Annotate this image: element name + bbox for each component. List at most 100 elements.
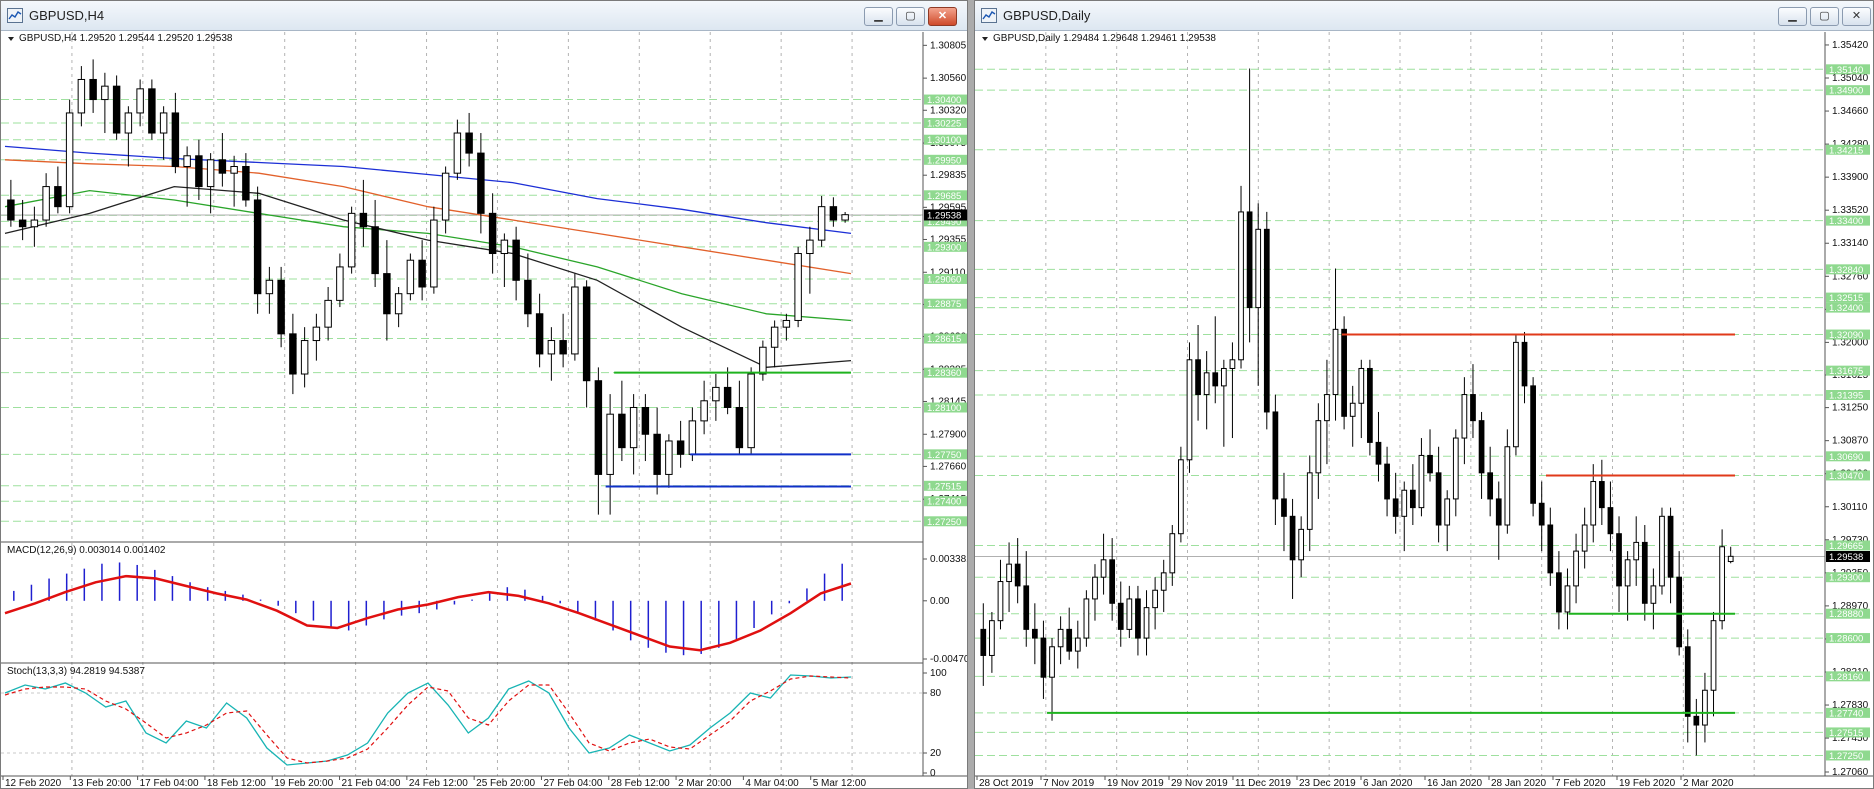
h4-candle-body <box>794 253 802 321</box>
h4-time-label: 13 Feb 20:00 <box>72 778 131 788</box>
daily-price-tick: 1.31250 <box>1832 403 1869 414</box>
h4-candle-body <box>653 433 661 475</box>
daily-level-badge-text: 1.35140 <box>1829 65 1863 76</box>
h4-candle-body <box>383 273 391 315</box>
h4-candle-body <box>806 239 814 255</box>
maximize-button[interactable]: ▢ <box>1810 7 1839 26</box>
daily-time-label: 23 Dec 2019 <box>1299 778 1356 788</box>
maximize-button[interactable]: ▢ <box>896 7 925 26</box>
daily-chart-area[interactable]: GBPUSD,Daily 1.29484 1.29648 1.29461 1.2… <box>975 32 1873 788</box>
h4-time-label: 27 Feb 04:00 <box>543 778 602 788</box>
h4-level-badge-text: 1.27400 <box>927 497 961 508</box>
daily-candle-body <box>1375 441 1382 465</box>
daily-time-label: 6 Jan 2020 <box>1363 778 1413 788</box>
close-button[interactable]: ✕ <box>928 7 957 26</box>
h4-candle-body <box>394 293 403 315</box>
h4-level-badge-text: 1.29685 <box>927 191 961 202</box>
daily-candle-body <box>1616 533 1622 587</box>
daily-candle-body <box>1272 411 1279 500</box>
h4-candle-body <box>465 132 473 154</box>
h4-candle-body <box>371 226 379 275</box>
h4-level-badge-text: 1.29300 <box>927 242 961 253</box>
daily-candle-body <box>997 581 1004 622</box>
daily-titlebar[interactable]: GBPUSD,Daily ▁ ▢ ✕ <box>975 1 1873 31</box>
daily-candle-body <box>1530 385 1536 504</box>
daily-candle-body <box>1160 572 1167 591</box>
daily-candle-body <box>1710 620 1717 691</box>
h4-candle-body <box>406 259 415 295</box>
h4-time-label: 25 Feb 20:00 <box>476 778 535 788</box>
daily-candle-body <box>1624 559 1631 587</box>
daily-candle-body <box>1229 359 1236 369</box>
daily-level-badge-text: 1.31395 <box>1829 390 1863 401</box>
h4-time-label: 2 Mar 20:00 <box>678 778 732 788</box>
daily-time-label: 28 Jan 2020 <box>1491 778 1546 788</box>
daily-candle-body <box>1169 533 1176 574</box>
daily-price-tick: 1.34660 <box>1832 106 1869 117</box>
gbpusd-h4-window[interactable]: GBPUSD,H4 ▁ ▢ ✕ 0.003381 0.00 -0.004708 10… <box>0 0 968 789</box>
daily-price-tick: 1.33520 <box>1832 205 1869 216</box>
h4-candle-body <box>782 319 791 328</box>
h4-level-badge-text: 1.28100 <box>927 403 961 414</box>
daily-candle-body <box>1409 489 1416 509</box>
daily-candle-body <box>1581 524 1588 552</box>
h4-candle-body <box>277 279 285 335</box>
h4-time-label: 24 Feb 12:00 <box>409 778 468 788</box>
daily-candle-body <box>1057 628 1064 648</box>
h4-candle-body <box>347 212 356 268</box>
h4-candle-body <box>242 165 250 201</box>
daily-level-badge-text: 1.32840 <box>1829 265 1863 276</box>
h4-time-label: 21 Feb 04:00 <box>342 778 401 788</box>
daily-candle-body <box>1513 341 1519 448</box>
daily-candle-body <box>989 620 995 656</box>
daily-candle-body <box>1444 498 1451 526</box>
daily-candle-body <box>1495 498 1502 526</box>
h4-candle-body <box>171 112 180 167</box>
h4-candle-body <box>723 386 732 408</box>
daily-candle-body <box>1547 524 1554 574</box>
daily-candle-body <box>1590 481 1597 526</box>
daily-candle-body <box>1023 585 1030 630</box>
h4-time-label: 12 Feb 2020 <box>5 778 62 788</box>
h4-candle-body <box>512 239 520 281</box>
daily-candle-body <box>1461 394 1468 439</box>
daily-candle-body <box>1659 515 1665 587</box>
daily-level-badge-text: 1.32090 <box>1829 330 1863 341</box>
daily-candle-body <box>1641 541 1648 604</box>
minimize-button[interactable]: ▁ <box>864 7 893 26</box>
h4-candle-body <box>265 279 274 295</box>
daily-candle-body <box>1478 420 1485 474</box>
h4-price-tick: 1.27660 <box>930 461 967 472</box>
h4-level-badge-text: 1.30100 <box>927 135 961 146</box>
daily-candle-body <box>1281 498 1287 517</box>
h4-candle-body <box>629 406 638 449</box>
minimize-button[interactable]: ▁ <box>1778 7 1807 26</box>
h4-candle-body <box>559 340 567 355</box>
daily-candle-body <box>1074 637 1081 652</box>
h4-candle-body <box>535 313 544 355</box>
h4-candle-body <box>477 152 485 214</box>
daily-level-badge-text: 1.28880 <box>1829 609 1863 620</box>
h4-titlebar[interactable]: GBPUSD,H4 ▁ ▢ ✕ <box>1 1 967 31</box>
daily-candle-body <box>1178 459 1184 535</box>
h4-level-badge-text: 1.27515 <box>927 481 961 492</box>
close-button[interactable]: ✕ <box>1842 7 1871 26</box>
daily-candle-body <box>1684 646 1691 717</box>
daily-level-badge-text: 1.33400 <box>1829 216 1863 227</box>
gbpusd-daily-window[interactable]: GBPUSD,Daily ▁ ▢ ✕ GBPUSD,Daily 1.29484 … <box>974 0 1874 789</box>
h4-candle-body <box>218 159 227 174</box>
h4-time-label: 4 Mar 04:00 <box>745 778 799 788</box>
daily-candle-body <box>1598 481 1605 509</box>
daily-candle-body <box>1203 372 1210 396</box>
stoch-axis-label: 100 <box>930 668 947 679</box>
daily-candle-body <box>1083 598 1090 639</box>
daily-candle-body <box>1014 563 1021 587</box>
stoch-axis-label: 0 <box>930 768 936 779</box>
h4-candle-body <box>829 206 838 221</box>
h4-candle-body <box>759 346 767 375</box>
daily-time-label: 2 Mar 2020 <box>1683 778 1734 788</box>
daily-candle-body <box>1117 602 1124 630</box>
daily-level-badge-text: 1.31675 <box>1829 366 1863 377</box>
stoch-axis-label: 80 <box>930 688 942 699</box>
h4-chart-area[interactable]: 0.003381 0.00 -0.004708 100 80 20 0 GBPUSD,H4… <box>1 32 967 788</box>
